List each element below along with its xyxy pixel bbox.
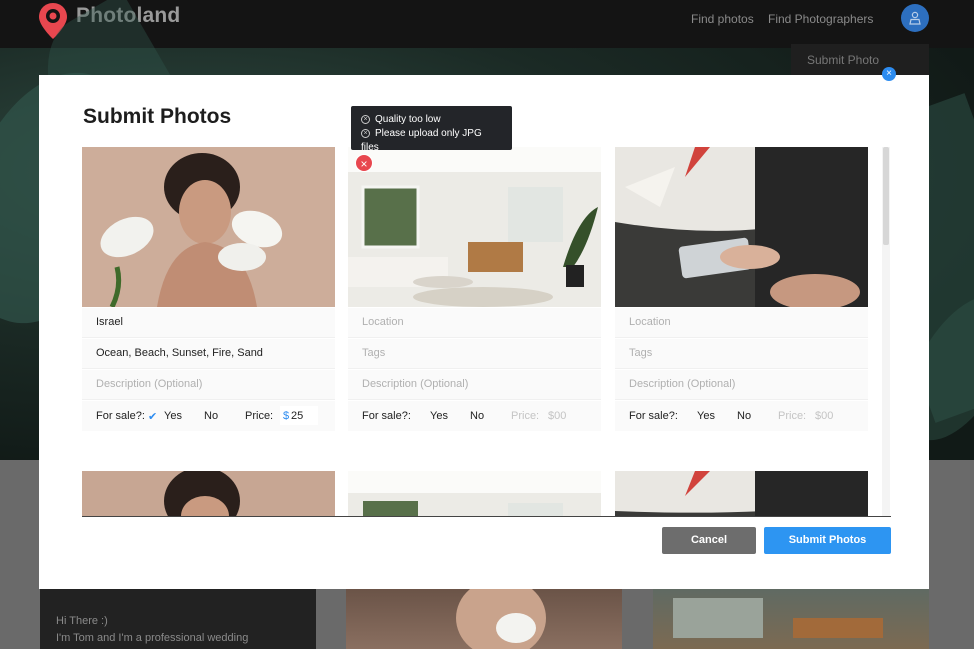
photo-card [348,471,601,517]
surfboard-photo [615,147,868,307]
submit-photos-button[interactable]: Submit Photos [764,527,891,554]
for-sale-yes[interactable]: Yes [164,410,182,422]
for-sale-no[interactable]: No [204,410,218,422]
price-label: Price: [511,410,540,422]
cancel-button[interactable]: Cancel [662,527,756,554]
dropdown-submit-photo[interactable]: Submit Photo [807,53,879,67]
description-field[interactable]: Description (Optional) [615,370,868,400]
photo-card: Location Tags Description (Optional) For… [348,147,601,437]
for-sale-row: For sale?: Yes No Price: $00 [615,401,868,431]
nav-find-photos[interactable]: Find photos [691,12,754,26]
error-tooltip: × Quality too low × Please upload only J… [351,106,512,150]
description-field[interactable]: Description (Optional) [348,370,601,400]
intro-text: I'm Tom and I'm a professional wedding [56,632,249,644]
user-icon [909,11,921,25]
for-sale-label: For sale?: [362,410,411,422]
photo-preview[interactable] [615,147,868,307]
surfboard-photo[interactable] [615,471,868,517]
for-sale-no[interactable]: No [470,410,484,422]
modal-title: Submit Photos [83,105,232,128]
for-sale-label: For sale?: [96,410,145,422]
tags-field[interactable]: Ocean, Beach, Sunset, Fire, Sand [82,339,335,369]
tooltip-error-line: × Quality too low [361,114,441,125]
photo-card: Israel Ocean, Beach, Sunset, Fire, Sand … [82,147,335,437]
tags-field[interactable]: Tags [348,339,601,369]
error-circle-icon: × [361,115,370,124]
living-room-photo [348,147,601,307]
for-sale-row: For sale?: ✔ Yes No Price: $ 25 [82,401,335,431]
for-sale-label: For sale?: [629,410,678,422]
error-format-cont: files [361,142,379,150]
tags-field[interactable]: Tags [615,339,868,369]
price-input[interactable]: $00 [548,410,566,422]
price-input[interactable]: $00 [815,410,833,422]
grid-scrollbar-thumb[interactable] [883,147,889,245]
error-quality: Quality too low [375,114,441,125]
photo-preview[interactable] [82,147,335,307]
living-room-photo[interactable] [348,471,601,517]
tooltip-error-line: × Please upload only JPG [361,128,482,139]
location-field[interactable]: Location [348,308,601,338]
location-field[interactable]: Location [615,308,868,338]
user-avatar-button[interactable] [901,4,929,32]
price-label: Price: [778,410,807,422]
background-photo-card[interactable] [346,588,622,649]
for-sale-yes[interactable]: Yes [430,410,448,422]
submit-photos-modal: Submit Photos Israel Ocean, Beach, Sunse… [39,75,929,589]
close-icon[interactable]: × [882,67,896,81]
photo-grid[interactable]: Israel Ocean, Beach, Sunset, Fire, Sand … [82,147,891,517]
error-format: Please upload only JPG [375,128,482,139]
currency-symbol: $ [283,410,290,422]
description-field[interactable]: Description (Optional) [82,370,335,400]
greeting-text: Hi There :) [56,615,108,627]
photo-preview[interactable] [348,147,601,307]
photo-card [82,471,335,517]
error-circle-icon: × [361,129,370,138]
background-photo-card[interactable] [653,588,929,649]
check-icon[interactable]: ✔ [148,410,157,423]
price-value[interactable]: 25 [291,410,303,422]
nav-find-photographers[interactable]: Find Photographers [768,12,873,26]
portrait-photo [82,147,335,307]
error-badge-icon[interactable]: × [355,154,373,172]
for-sale-row: For sale?: Yes No Price: $00 [348,401,601,431]
photo-card [615,471,868,517]
portrait-photo[interactable] [82,471,335,517]
location-field[interactable]: Israel [82,308,335,338]
grid-divider [82,516,891,517]
photo-card: Location Tags Description (Optional) For… [615,147,868,437]
photographer-card[interactable]: Hi There :) I'm Tom and I'm a profession… [40,588,316,649]
for-sale-no[interactable]: No [737,410,751,422]
user-dropdown: Submit Photo [791,44,929,76]
for-sale-yes[interactable]: Yes [697,410,715,422]
price-label: Price: [245,410,274,422]
